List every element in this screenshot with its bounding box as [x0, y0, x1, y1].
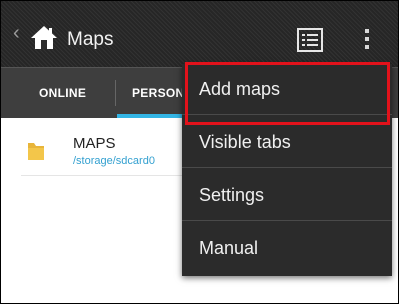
tab-personal[interactable]: PERSON: [132, 68, 184, 118]
action-bar: ‹ Maps: [1, 1, 398, 67]
app-window: ‹ Maps ONLINE PERSON MAPS /storage/sdcar…: [0, 0, 399, 304]
menu-item-add-maps[interactable]: Add maps: [182, 64, 392, 115]
item-name: MAPS: [73, 135, 116, 152]
folder-icon: [28, 143, 44, 160]
tab-divider: [115, 80, 116, 106]
menu-item-visible-tabs[interactable]: Visible tabs: [182, 117, 392, 168]
tab-online[interactable]: ONLINE: [39, 68, 86, 118]
menu-item-manual[interactable]: Manual: [182, 223, 392, 274]
list-view-icon[interactable]: [297, 28, 323, 52]
app-title: Maps: [67, 29, 114, 50]
vertical-dots-icon[interactable]: [363, 29, 371, 53]
home-icon[interactable]: [30, 24, 58, 50]
chevron-left-icon[interactable]: ‹: [13, 23, 20, 43]
item-path: /storage/sdcard0: [73, 155, 155, 167]
menu-item-settings[interactable]: Settings: [182, 170, 392, 221]
list-item[interactable]: MAPS /storage/sdcard0: [21, 129, 191, 176]
overflow-menu: Add maps Visible tabs Settings Manual: [182, 64, 392, 276]
active-tab-indicator: [117, 114, 187, 118]
